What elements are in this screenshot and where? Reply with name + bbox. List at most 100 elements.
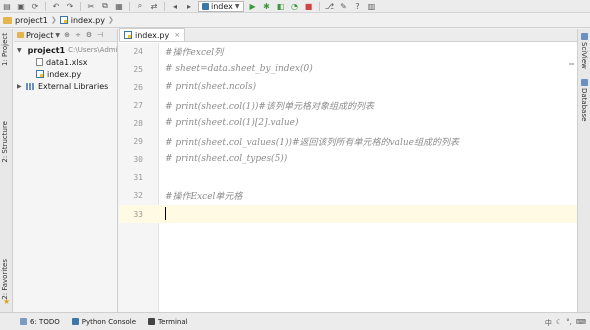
vcs-icon[interactable]: ⎇ [323, 1, 337, 12]
tool-tab-database-label: Database [580, 88, 588, 122]
line-number: 28 [133, 118, 143, 128]
line-number: 27 [133, 100, 143, 110]
tool-tab-structure[interactable]: 2: Structure [1, 121, 9, 163]
collapse-icon[interactable]: ÷ [74, 31, 82, 39]
breadcrumb-project[interactable]: project1 [3, 16, 48, 25]
line-number: 32 [133, 190, 143, 200]
code-line: 26 # print(sheet.ncols) [119, 78, 577, 96]
close-icon[interactable]: × [174, 31, 180, 39]
tool-tab-sciview-label: SciView [580, 42, 588, 69]
code-text: # sheet=data.sheet_by_index(0) [165, 64, 313, 74]
hide-icon[interactable]: ⊣ [96, 31, 104, 39]
code-line: 31 [119, 168, 577, 186]
line-number: 26 [133, 82, 143, 92]
tool-tab-python-console[interactable]: Python Console [71, 318, 136, 326]
tree-item-data1-xlsx[interactable]: data1.xlsx [14, 56, 117, 68]
copy-icon[interactable]: ⧉ [98, 1, 112, 12]
toolbar-divider [318, 1, 320, 11]
code-text: # print(sheet.col(1))#该列单元格对象组成的列表 [165, 101, 374, 112]
cut-icon[interactable]: ✂ [84, 1, 98, 12]
tree-item-path: C:\Users\Admir [68, 46, 118, 54]
replace-icon[interactable]: ⇄ [147, 1, 161, 12]
project-view-select[interactable]: Project ▼ [17, 31, 60, 40]
expand-arrow-icon[interactable]: ▶ [17, 83, 23, 90]
tool-tab-favorites[interactable]: 2: Favorites [1, 259, 9, 300]
back-icon[interactable]: ↶ [49, 1, 63, 12]
forward-icon[interactable]: ↷ [63, 1, 77, 12]
tree-item-project1[interactable]: ▼ project1 C:\Users\Admir [14, 44, 117, 56]
code-line: 27 # print(sheet.col(1))#该列单元格对象组成的列表 [119, 96, 577, 114]
code-line: 29 # print(sheet.col_values(1))#返回该列所有单元… [119, 132, 577, 150]
tool-tab-todo-label: 6: TODO [30, 317, 60, 326]
editor-tab-label: index.py [135, 30, 170, 40]
tool-tab-todo[interactable]: 6: TODO [20, 318, 60, 326]
gear-icon[interactable]: ⚙ [85, 31, 93, 39]
line-number: 30 [133, 154, 143, 164]
profile-icon[interactable]: ◔ [288, 1, 302, 12]
python-icon [202, 2, 209, 10]
tree-item-label: project1 [27, 45, 66, 55]
moon-icon[interactable]: ☾ [556, 318, 562, 328]
tree-item-label: External Libraries [38, 81, 109, 91]
help-icon[interactable]: ? [351, 1, 365, 12]
code-line: 32 #操作Excel单元格 [119, 186, 577, 204]
open-icon[interactable]: ▤ [0, 1, 14, 12]
stop-icon[interactable]: ■ [302, 1, 316, 12]
tool-tab-database[interactable]: Database [580, 79, 588, 121]
code-area[interactable]: 24 #操作excel列 25 # sheet=data.sheet_by_in… [119, 43, 577, 312]
code-text: # print(sheet.col(1)[2].value) [165, 118, 299, 128]
run-config-select[interactable]: index ▼ [198, 0, 244, 12]
punctuation-icon[interactable]: °, [566, 318, 572, 328]
tool-tab-sciview[interactable]: SciView [580, 33, 588, 69]
nav-back-icon[interactable]: ◂ [168, 1, 182, 12]
error-stripe-marker [569, 63, 574, 65]
structure-icon[interactable]: ▥ [365, 1, 379, 12]
tree-item-label: data1.xlsx [46, 57, 88, 67]
tool-tab-terminal-label: Terminal [158, 317, 188, 326]
ime-icon[interactable]: 中 [545, 318, 552, 328]
code-line: 28 # print(sheet.col(1)[2].value) [119, 114, 577, 132]
save-icon[interactable]: ▣ [14, 1, 28, 12]
toolbar-divider [164, 1, 165, 11]
code-text: # print(sheet.col_values(1))#返回该列所有单元格的v… [165, 137, 459, 148]
folder-icon [17, 32, 24, 38]
breadcrumb-file[interactable]: index.py [59, 15, 105, 25]
sync-icon[interactable]: ⟳ [28, 1, 42, 12]
project-tree: ▼ project1 C:\Users\Admir data1.xlsx ind… [14, 42, 117, 92]
expand-arrow-icon[interactable]: ▼ [17, 47, 22, 54]
keyboard-icon[interactable]: ⌨ [576, 318, 586, 328]
tree-item-label: index.py [47, 69, 82, 79]
run-icon[interactable]: ▶ [246, 1, 260, 12]
code-text: #操作excel列 [165, 47, 224, 58]
code-text: # print(sheet.col_types(5)) [165, 154, 288, 164]
breadcrumb-file-label: index.py [70, 15, 105, 25]
target-icon[interactable]: ⊕ [63, 31, 71, 39]
todo-icon [20, 318, 27, 325]
tree-item-external-libraries[interactable]: ▶ External Libraries [14, 80, 117, 92]
coverage-icon[interactable]: ◧ [274, 1, 288, 12]
tool-tab-terminal[interactable]: Terminal [148, 318, 188, 326]
toolbar-divider [80, 1, 81, 11]
code-editor: index.py × 24 #操作excel列 25 # sheet=data.… [119, 28, 577, 312]
terminal-icon [148, 318, 156, 325]
find-icon[interactable]: ⌕ [133, 1, 147, 12]
code-line: 30 # print(sheet.col_types(5)) [119, 150, 577, 168]
tree-item-index-py[interactable]: index.py [14, 68, 117, 80]
debug-icon[interactable]: ✱ [260, 1, 274, 12]
editor-tab-index-py[interactable]: index.py × [119, 28, 186, 41]
breadcrumb-separator-icon: ❯ [107, 16, 114, 24]
main-toolbar: ▤ ▣ ⟳ ↶ ↷ ✂ ⧉ ▦ ⌕ ⇄ ◂ ▸ index ▼ ▶ ✱ ◧ ◔ … [0, 0, 590, 13]
python-file-icon [124, 31, 132, 39]
tool-tab-favorites-label: 2: Favorites [1, 259, 9, 300]
line-number: 25 [133, 64, 143, 74]
tool-tab-project[interactable]: 1: Project [1, 33, 9, 66]
project-panel-header: Project ▼ ⊕ ÷ ⚙ ⊣ [14, 29, 117, 42]
nav-forward-icon[interactable]: ▸ [182, 1, 196, 12]
right-tool-strip: SciView Database [577, 29, 590, 312]
paste-icon[interactable]: ▦ [112, 1, 126, 12]
file-icon [36, 58, 43, 66]
sciview-icon [580, 33, 588, 40]
python-console-icon [71, 318, 79, 325]
database-icon [580, 79, 588, 86]
settings-icon[interactable]: ✎ [337, 1, 351, 12]
